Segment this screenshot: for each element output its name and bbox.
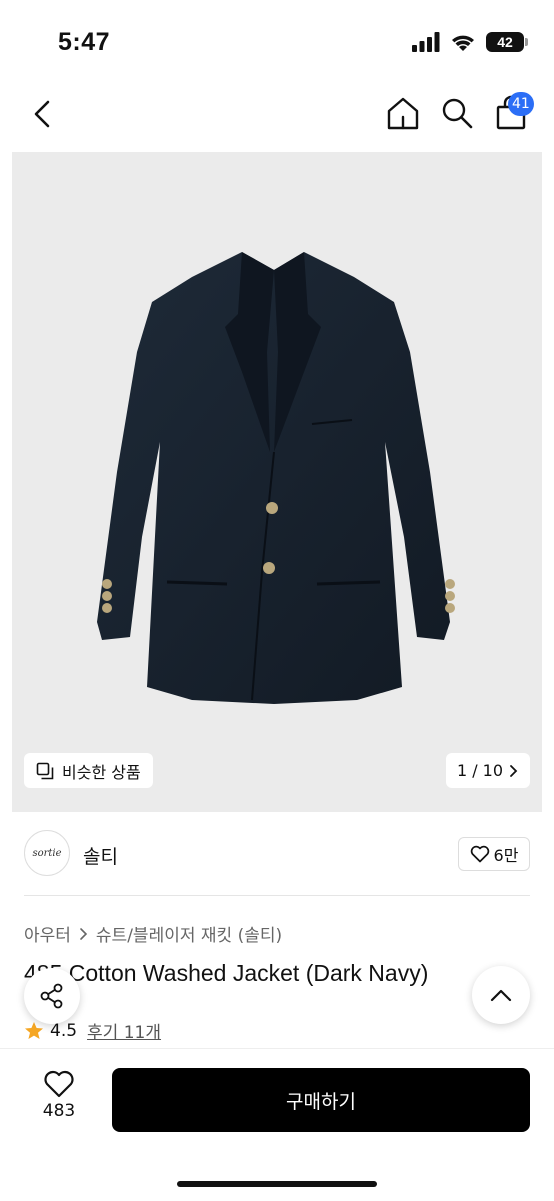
page-indicator-text: 1 / 10 <box>456 761 504 780</box>
nav-bar <box>0 84 554 144</box>
chevron-right-icon <box>80 927 88 940</box>
review-count-link[interactable]: 후기 11개 <box>87 1018 161 1043</box>
star-icon <box>25 1021 43 1039</box>
status-time: 5:47 <box>58 28 111 56</box>
product-image-carousel[interactable] <box>12 152 542 812</box>
bottom-action-bar: 483 구매하기 <box>0 1048 554 1201</box>
brand-row: sortie 솔티 6만 <box>24 830 530 878</box>
wishlist-button[interactable]: 483 <box>30 1069 88 1129</box>
home-icon[interactable] <box>384 94 422 132</box>
back-arrow-icon[interactable] <box>28 96 60 132</box>
image-page-indicator[interactable]: 1 / 10 <box>446 753 530 788</box>
home-indicator <box>177 1181 377 1187</box>
battery-icon: 42 <box>486 32 528 52</box>
breadcrumb-category[interactable]: 아우터 <box>24 921 71 946</box>
search-icon[interactable] <box>438 94 476 132</box>
scroll-to-top-button[interactable] <box>472 966 530 1024</box>
similar-products-button[interactable]: 비슷한 상품 <box>24 753 153 788</box>
breadcrumb-subcategory[interactable]: 슈트/블레이저 재킷 (솔티) <box>96 921 282 946</box>
brand-logo-text: sortie <box>32 847 62 859</box>
brand-like-button[interactable]: 6만 <box>458 837 530 871</box>
brand-name[interactable]: 솔티 <box>83 842 118 869</box>
chevron-up-icon <box>490 989 512 1002</box>
buy-button[interactable]: 구매하기 <box>112 1068 530 1132</box>
jacket-image <box>97 252 455 704</box>
battery-level: 42 <box>497 34 513 50</box>
status-icons: 42 <box>412 32 528 52</box>
brand-logo[interactable]: sortie <box>24 830 70 876</box>
share-button[interactable] <box>24 968 80 1024</box>
heart-icon <box>44 1070 74 1098</box>
share-icon <box>40 983 63 1009</box>
wifi-icon <box>452 35 474 51</box>
stack-icon <box>36 762 54 779</box>
chevron-right-icon <box>510 764 518 777</box>
similar-products-label: 비슷한 상품 <box>62 762 141 782</box>
status-bar: 5:47 42 <box>0 0 554 90</box>
product-title: 485 Cotton Washed Jacket (Dark Navy) <box>24 960 429 986</box>
breadcrumb: 아우터 슈트/블레이저 재킷 (솔티) <box>24 921 282 946</box>
signal-icon <box>412 32 440 52</box>
wishlist-count: 483 <box>42 1101 76 1121</box>
brand-like-count: 6만 <box>493 846 519 865</box>
divider <box>24 895 530 896</box>
cart-count-badge: 41 <box>508 92 534 116</box>
heart-icon <box>470 845 489 863</box>
